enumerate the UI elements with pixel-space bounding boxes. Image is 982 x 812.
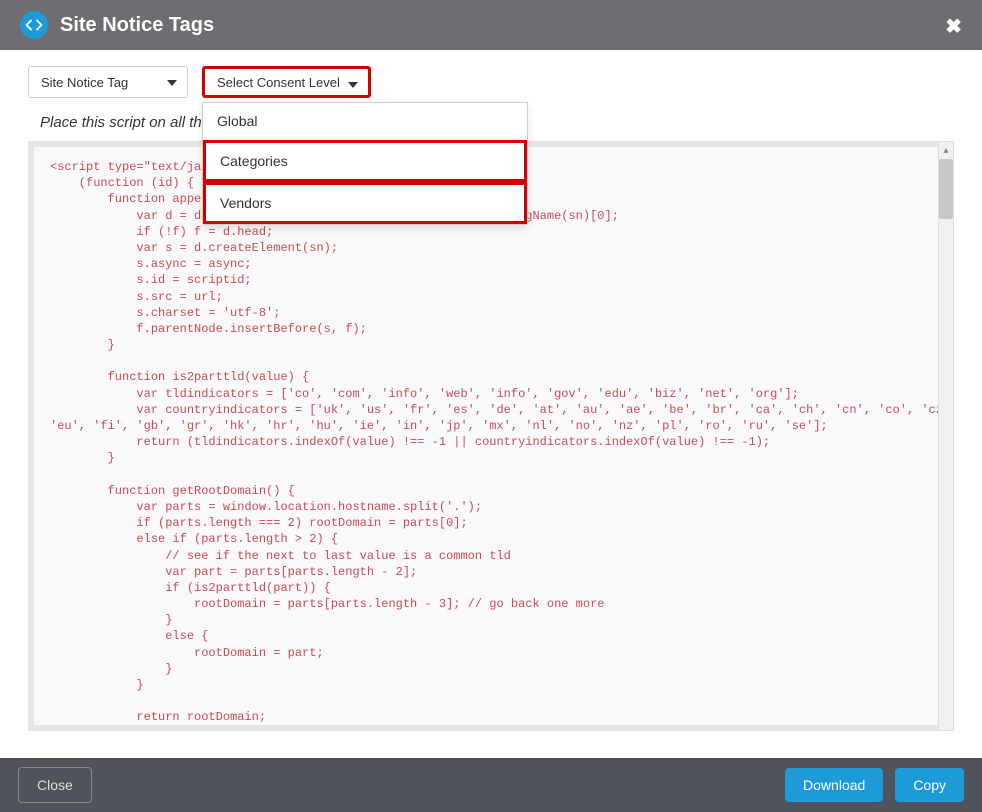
scrollbar-track[interactable]	[938, 141, 954, 731]
consent-option-categories[interactable]: Categories	[203, 140, 527, 182]
close-icon[interactable]: ✖	[945, 14, 962, 39]
dialog-footer: Close Download Copy	[0, 758, 982, 812]
consent-level-button[interactable]: Select Consent Level	[202, 66, 371, 98]
close-button[interactable]: Close	[18, 767, 92, 803]
controls-row: Site Notice Tag Select Consent Level Glo…	[0, 50, 982, 98]
dialog-title: Site Notice Tags	[60, 14, 214, 37]
download-button[interactable]: Download	[785, 768, 883, 802]
consent-option-vendors[interactable]: Vendors	[203, 182, 527, 224]
consent-option-global[interactable]: Global	[203, 103, 527, 140]
copy-button[interactable]: Copy	[895, 768, 964, 802]
dialog-header: Site Notice Tags ✖	[0, 0, 982, 50]
code-textarea[interactable]: <script type="text/javascript"> (functio…	[28, 141, 954, 731]
consent-level-label: Select Consent Level	[217, 75, 340, 90]
site-notice-tag-dropdown[interactable]: Site Notice Tag	[28, 66, 188, 98]
consent-level-menu: Global Categories Vendors	[202, 102, 528, 225]
scroll-up-icon[interactable]: ▴	[939, 143, 953, 157]
chevron-down-icon	[348, 82, 358, 88]
site-notice-tag-label: Site Notice Tag	[41, 75, 128, 90]
chevron-down-icon	[167, 80, 177, 86]
scrollbar-thumb[interactable]	[939, 159, 953, 219]
code-icon	[20, 11, 48, 39]
site-notice-tag-button[interactable]: Site Notice Tag	[28, 66, 188, 98]
code-area-wrap: <script type="text/javascript"> (functio…	[0, 141, 982, 731]
consent-level-dropdown[interactable]: Select Consent Level Global Categories V…	[202, 66, 371, 98]
